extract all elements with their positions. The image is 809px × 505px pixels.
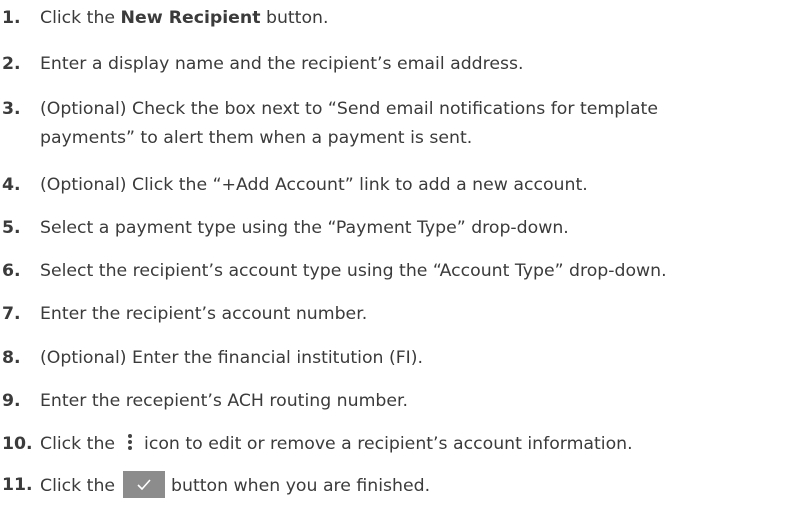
step-text-post: icon to edit or remove a recipient’s acc… — [144, 434, 633, 454]
step-text: Enter the recepient’s ACH routing number… — [40, 391, 409, 411]
step-text-post: button when you are finished. — [171, 476, 431, 496]
step-number: 3. — [2, 99, 21, 119]
step-text-post: button. — [260, 8, 329, 28]
step-text: Select the recipient’s account type usin… — [40, 261, 667, 281]
kebab-menu-icon — [123, 432, 137, 452]
step-text-pre: Click the — [40, 434, 116, 454]
step-text-line-2: payments” to alert them when a payment i… — [40, 128, 473, 148]
step-number: 10. — [2, 434, 33, 454]
step-number: 5. — [2, 218, 21, 238]
step-number: 1. — [2, 8, 21, 28]
step-number: 7. — [2, 304, 21, 324]
step-number: 8. — [2, 348, 21, 368]
confirm-check-button — [123, 471, 166, 498]
step-text: Enter a display name and the recipient’s… — [40, 54, 524, 74]
step-number: 4. — [2, 175, 21, 195]
step-text-pre: Click the — [40, 476, 116, 496]
step-number: 6. — [2, 261, 21, 281]
instruction-list: 1. Click the New Recipient button. 2. En… — [0, 0, 809, 505]
check-icon — [137, 479, 151, 490]
step-text: Select a payment type using the “Payment… — [40, 218, 569, 238]
step-number: 11. — [2, 475, 33, 495]
step-text: Click the New Recipient button. — [40, 4, 328, 33]
step-text: (Optional) Enter the financial instituti… — [40, 348, 424, 368]
new-recipient-label: New Recipient — [120, 8, 261, 28]
step-text: (Optional) Check the box next to “Send e… — [40, 95, 658, 153]
step-text: Enter the recipient’s account number. — [40, 304, 368, 324]
step-text-line-1: (Optional) Check the box next to “Send e… — [40, 99, 658, 119]
step-number: 2. — [2, 54, 21, 74]
step-text: (Optional) Click the “+Add Account” link… — [40, 175, 588, 195]
step-number: 9. — [2, 391, 21, 411]
step-text: Click the icon to edit or remove a recip… — [40, 430, 633, 459]
step-text: Click the button when you are finished. — [40, 471, 430, 501]
step-text-pre: Click the — [40, 8, 121, 28]
